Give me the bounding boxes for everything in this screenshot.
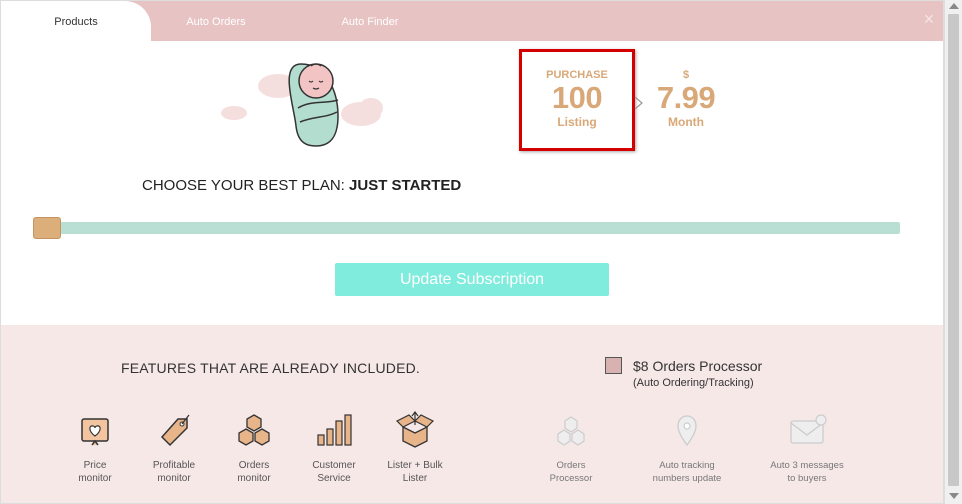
plan-slider[interactable] <box>41 222 900 234</box>
scrollbar-thumb[interactable] <box>948 14 959 486</box>
update-subscription-button[interactable]: Update Subscription <box>335 263 609 296</box>
feature-label-line2: Service <box>317 473 351 484</box>
feature-label-line2: monitor <box>78 473 112 484</box>
addon-label-line1: Orders <box>556 460 586 471</box>
feature-label-line1: Lister + Bulk <box>387 460 443 471</box>
plan-name: JUST STARTED <box>349 177 462 194</box>
vertical-scrollbar[interactable] <box>944 0 962 504</box>
plan-heading: CHOOSE YOUR BEST PLAN: JUST STARTED <box>142 177 461 194</box>
swaddled-baby-illustration <box>221 63 383 147</box>
subscription-modal: Products Auto Orders Auto Finder × PURCH… <box>0 0 944 504</box>
boxes-icon <box>557 416 585 446</box>
price-unit: Month <box>668 115 704 129</box>
tab-products[interactable]: Products <box>1 1 151 41</box>
feature-label-line2: monitor <box>237 473 271 484</box>
feature-lister-bulk-lister: Lister + Bulk Lister <box>375 411 455 485</box>
tab-auto-orders[interactable]: Auto Orders <box>151 1 281 41</box>
orders-processor-title: $8 Orders Processor <box>633 358 763 374</box>
price-value: 7.99 <box>656 80 716 115</box>
addon-auto-tracking: Auto tracking numbers update <box>647 411 727 485</box>
feature-price-monitor: Price monitor <box>55 411 135 485</box>
addon-auto-messages: Auto 3 messages to buyers <box>767 411 847 485</box>
purchase-value: 100 <box>551 80 603 115</box>
addon-label-line2: Processor <box>549 473 593 484</box>
boxes-icon <box>238 414 270 446</box>
feature-label-line2: monitor <box>157 473 191 484</box>
scroll-up-arrow-icon[interactable] <box>949 3 959 9</box>
scroll-down-arrow-icon[interactable] <box>949 493 959 499</box>
location-pin-icon <box>677 415 697 447</box>
monthly-price: $ 7.99 Month <box>641 69 731 129</box>
feature-label-line1: Price <box>83 460 107 471</box>
addon-label-line2: numbers update <box>652 473 722 484</box>
close-icon[interactable]: × <box>919 9 939 29</box>
mail-icon <box>790 414 827 444</box>
addon-label-line1: Auto tracking <box>659 460 715 471</box>
bar-chart-icon <box>317 414 352 446</box>
purchase-unit: Listing <box>557 115 597 129</box>
orders-processor-subtitle: (Auto Ordering/Tracking) <box>633 377 754 389</box>
tab-bar: Products Auto Orders Auto Finder × <box>1 1 943 41</box>
feature-label-line2: Lister <box>402 473 428 484</box>
features-title: FEATURES THAT ARE ALREADY INCLUDED. <box>121 360 421 376</box>
feature-label-line1: Orders <box>238 460 270 471</box>
price-tag-icon <box>160 414 190 447</box>
feature-customer-service: Customer Service <box>294 411 374 485</box>
feature-orders-monitor: Orders monitor <box>214 411 294 485</box>
addon-label-line2: to buyers <box>787 473 827 484</box>
open-box-icon <box>395 411 435 448</box>
feature-profitable-monitor: Profitable monitor <box>134 411 214 485</box>
addon-label-line1: Auto 3 messages <box>770 460 844 471</box>
purchase-listing-count: PURCHASE 100 Listing <box>527 69 627 129</box>
plan-slider-handle[interactable] <box>33 217 61 239</box>
orders-processor-checkbox[interactable] <box>605 357 622 374</box>
plan-prefix: CHOOSE YOUR BEST PLAN: <box>142 177 345 194</box>
feature-label-line1: Customer <box>312 460 356 471</box>
price-monitor-icon <box>81 418 109 446</box>
addon-orders-processor: Orders Processor <box>531 411 611 485</box>
features-section: FEATURES THAT ARE ALREADY INCLUDED. $8 O… <box>1 325 943 503</box>
feature-label-line1: Profitable <box>152 460 196 471</box>
tab-auto-finder[interactable]: Auto Finder <box>301 1 439 41</box>
